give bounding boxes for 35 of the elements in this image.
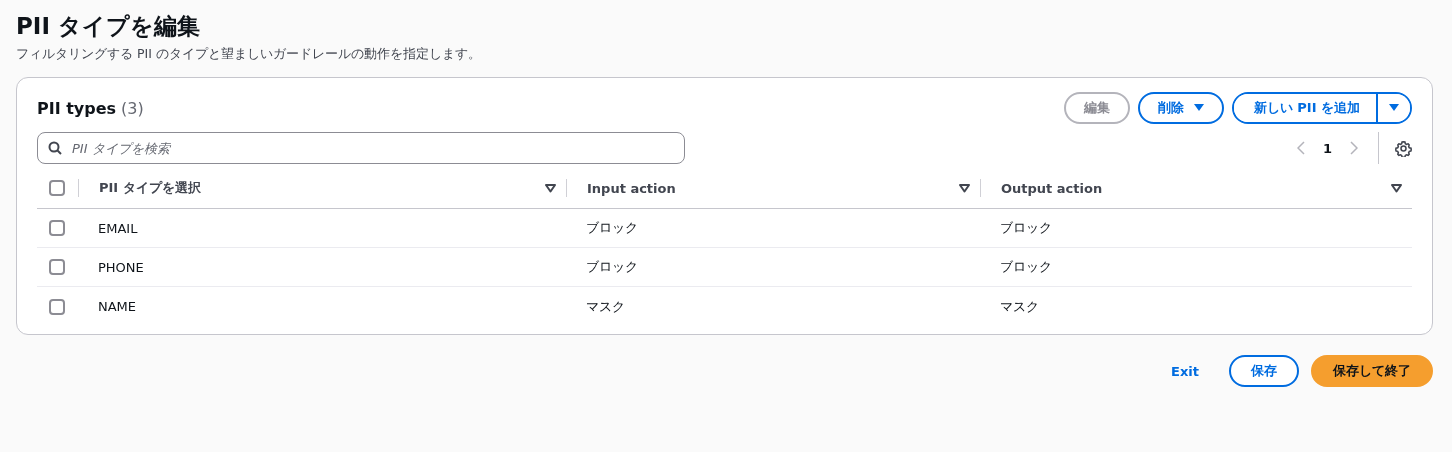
column-header: Output action [1001, 180, 1103, 196]
table-cell-text: PHONE [97, 259, 145, 275]
search-field[interactable]: PII タイプを検索 [37, 132, 685, 164]
caret-icon [1193, 104, 1204, 112]
save-button[interactable]: 保存 [1229, 355, 1299, 387]
page-number[interactable]: 1 [1316, 140, 1338, 156]
sort-icon[interactable] [545, 183, 556, 193]
save-and-exit-button[interactable]: 保存して終了 [1311, 355, 1433, 387]
delete-dropdown-button[interactable]: 削除 [1137, 92, 1224, 124]
table-cell-text: ブロック [999, 219, 1053, 237]
table-cell-text: NAME [97, 299, 138, 314]
row-checkbox[interactable] [49, 298, 65, 315]
table-cell-text: EMAIL [97, 220, 139, 236]
select-all-checkbox[interactable] [49, 180, 65, 196]
table-cell-text: ブロック [585, 258, 639, 276]
caret-icon [1389, 104, 1399, 112]
column-header: PII タイプを選択 [99, 179, 201, 197]
page-title: PII タイプを編集 [16, 12, 201, 41]
search-icon [48, 141, 62, 155]
add-pii-button[interactable]: 新しい PII を追加 [1233, 94, 1378, 122]
item-count: (3) [121, 98, 144, 118]
sort-icon[interactable] [1391, 183, 1402, 193]
exit-link[interactable]: Exit [1153, 363, 1217, 379]
table-cell-text: マスク [585, 297, 626, 316]
table-cell-text: ブロック [999, 258, 1053, 276]
row-checkbox[interactable] [49, 259, 65, 275]
page-description: フィルタリングする PII のタイプと望ましいガードレールの動作を指定します。 [16, 46, 482, 63]
column-header: Input action [587, 180, 676, 196]
table-cell-text: マスク [999, 297, 1040, 316]
panel-title: PII types [37, 98, 117, 118]
settings-icon[interactable] [1395, 139, 1412, 157]
table-cell-text: ブロック [585, 219, 639, 237]
sort-icon[interactable] [959, 183, 970, 193]
row-checkbox[interactable] [49, 220, 65, 236]
add-split-button[interactable]: 新しい PII を追加 [1231, 92, 1412, 124]
